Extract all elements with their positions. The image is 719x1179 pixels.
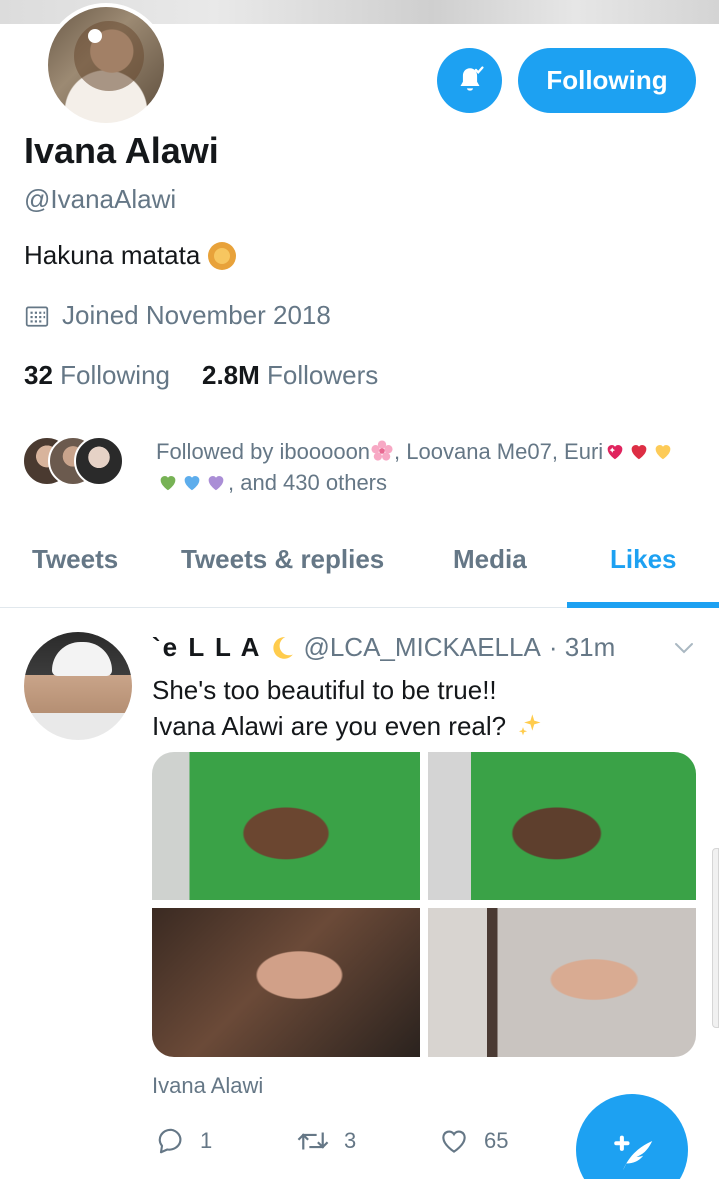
tab-tweets[interactable]: Tweets: [32, 544, 118, 575]
tweet-author-handle[interactable]: @LCA_MICKAELLA: [303, 632, 540, 663]
profile-bio: Hakuna matata: [24, 240, 237, 271]
joined-text: Joined November 2018: [62, 300, 331, 330]
retweet-action[interactable]: 3: [296, 1126, 356, 1156]
calendar-icon: [25, 305, 49, 327]
profile-avatar[interactable]: [44, 3, 168, 127]
profile-joined: Joined November 2018: [24, 300, 331, 331]
purple-heart-icon: [208, 476, 224, 491]
avatar-hair: [74, 21, 144, 91]
tab-likes[interactable]: Likes: [610, 544, 677, 575]
followed-by-text: Followed by ibooooon , Loovana Me07, Euri…: [156, 436, 716, 498]
heart-icon: [442, 1130, 466, 1153]
tweet-photo[interactable]: [152, 908, 420, 1057]
avatar-cap: [52, 642, 112, 676]
tweet-author-name[interactable]: `e L L A: [152, 632, 261, 663]
reply-icon: [158, 1128, 182, 1154]
red-heart-icon: [631, 445, 647, 460]
sparkles-icon: [519, 714, 541, 736]
reply-action[interactable]: 1: [156, 1126, 212, 1156]
scrollbar-handle[interactable]: [712, 848, 719, 1028]
sparkling-heart-icon: [607, 445, 623, 460]
bio-text: Hakuna matata: [24, 240, 201, 270]
following-button[interactable]: Following: [518, 48, 696, 113]
notifications-bell-button[interactable]: [437, 48, 502, 113]
crescent-moon-icon: [273, 636, 294, 659]
reply-count: 1: [200, 1128, 213, 1153]
bell-check-icon: [460, 65, 484, 91]
followed-by-line1: Followed by ibooooon: [156, 439, 371, 464]
like-action[interactable]: 65: [438, 1126, 508, 1156]
profile-tabs: Tweets Tweets & replies Media Likes: [0, 530, 719, 608]
compose-tweet-button[interactable]: [576, 1094, 688, 1179]
lion-emoji-icon: [208, 241, 237, 270]
yellow-heart-icon: [655, 445, 671, 460]
compose-feather-icon: [614, 1135, 653, 1171]
retweet-count: 3: [344, 1128, 357, 1153]
tweet-photo[interactable]: [428, 752, 696, 900]
cherry-blossom-icon: [371, 440, 393, 461]
followers-label: Followers: [267, 360, 379, 390]
followed-by-names: , Loovana Me07, Euri: [394, 439, 604, 464]
followers-count: 2.8M: [201, 360, 260, 390]
tweet-media-grid: [152, 752, 696, 1057]
followed-by-avatars: [22, 436, 126, 488]
active-tab-indicator: [567, 602, 719, 608]
profile-handle: @IvanaAlawi: [24, 184, 177, 214]
blue-heart-icon: [184, 476, 200, 491]
profile-display-name: Ivana Alawi: [24, 130, 219, 171]
tab-media[interactable]: Media: [453, 544, 527, 575]
tweet-header: `e L L A @LCA_MICKAELLA · 31m: [152, 632, 615, 663]
tweet-text-line2: Ivana Alawi are you even real?: [152, 711, 507, 741]
following-count: 32: [24, 360, 53, 390]
followers-stat[interactable]: 2.8M Followers: [202, 360, 378, 391]
media-tag-caption[interactable]: Ivana Alawi: [152, 1073, 263, 1099]
tweet-time: · 31m: [548, 632, 616, 662]
tab-tweets-replies[interactable]: Tweets & replies: [181, 544, 384, 575]
tweet-text-line1: She's too beautiful to be true!!: [152, 675, 497, 705]
followed-by-others: , and 430 others: [228, 470, 388, 495]
tweet-photo[interactable]: [428, 908, 696, 1057]
avatar-flower: [88, 29, 102, 43]
tweet-author-avatar[interactable]: [24, 632, 132, 740]
chevron-down-icon[interactable]: [672, 636, 696, 660]
following-stat[interactable]: 32 Following: [24, 360, 170, 391]
tweet-text: She's too beautiful to be true!! Ivana A…: [152, 672, 544, 744]
like-count: 65: [484, 1128, 509, 1153]
tweet-text-line2-row: Ivana Alawi are you even real?: [152, 708, 544, 744]
followed-by-section[interactable]: Followed by ibooooon , Loovana Me07, Euri…: [22, 436, 671, 495]
green-heart-icon: [160, 476, 176, 491]
tweet-photo[interactable]: [152, 752, 420, 900]
profile-stats: 32 Following 2.8M Followers: [24, 360, 378, 391]
following-label: Following: [60, 360, 170, 390]
follower-avatar: [74, 436, 124, 486]
retweet-icon: [297, 1132, 329, 1150]
